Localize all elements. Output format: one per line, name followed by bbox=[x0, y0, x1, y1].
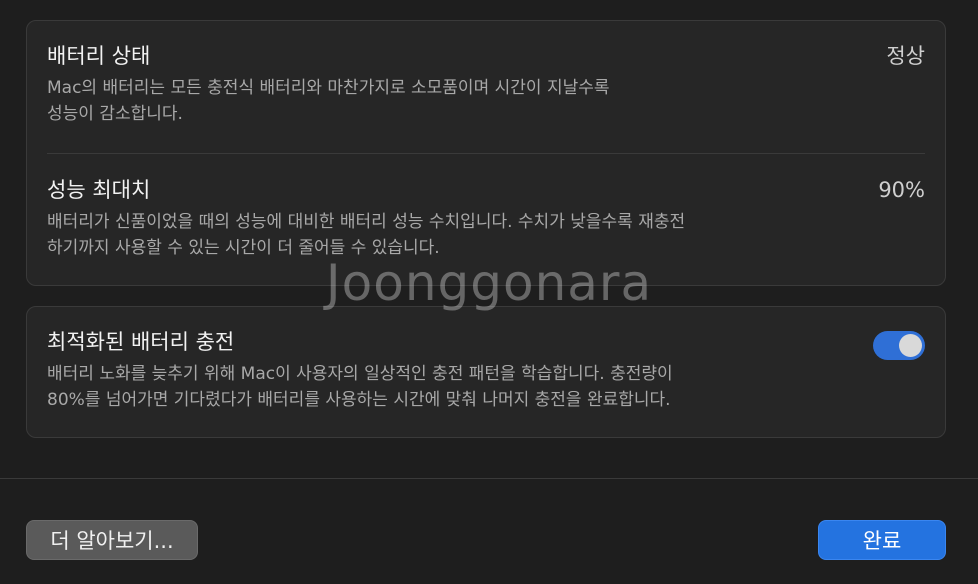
battery-status-value: 정상 bbox=[886, 44, 925, 68]
optimized-charging-title: 최적화된 배터리 충전 bbox=[47, 330, 235, 354]
done-button[interactable]: 완료 bbox=[818, 520, 946, 560]
battery-status-row: 배터리 상태 정상 Mac의 배터리는 모든 충전식 배터리와 마찬가지로 소모… bbox=[47, 41, 925, 153]
battery-status-description-line2: 성능이 감소합니다. bbox=[47, 104, 183, 124]
max-capacity-row: 성능 최대치 90% 배터리가 신품이었을 때의 성능에 대비한 배터리 성능 … bbox=[47, 175, 925, 287]
max-capacity-title: 성능 최대치 bbox=[47, 178, 151, 202]
footer-divider bbox=[0, 478, 978, 479]
max-capacity-description: 배터리가 신품이었을 때의 성능에 대비한 배터리 성능 수치입니다. 수치가 … bbox=[47, 209, 847, 261]
max-capacity-description-line1: 배터리가 신품이었을 때의 성능에 대비한 배터리 성능 수치입니다. 수치가 … bbox=[47, 212, 686, 232]
battery-status-description-line1: Mac의 배터리는 모든 충전식 배터리와 마찬가지로 소모품이며 시간이 지날… bbox=[47, 78, 610, 98]
optimized-charging-panel: 최적화된 배터리 충전 배터리 노화를 늦추기 위해 Mac이 사용자의 일상적… bbox=[26, 306, 946, 438]
learn-more-button[interactable]: 더 알아보기... bbox=[26, 520, 198, 560]
optimized-charging-description-line2: 80%를 넘어가면 기다렸다가 배터리를 사용하는 시간에 맞춰 나머지 충전을… bbox=[47, 390, 671, 410]
toggle-knob bbox=[899, 334, 922, 357]
row-divider bbox=[47, 153, 925, 154]
optimized-charging-description-line1: 배터리 노화를 늦추기 위해 Mac이 사용자의 일상적인 충전 패턴을 학습합… bbox=[47, 364, 673, 384]
max-capacity-value: 90% bbox=[878, 178, 925, 202]
optimized-charging-toggle[interactable] bbox=[873, 331, 925, 360]
battery-status-title: 배터리 상태 bbox=[47, 44, 151, 68]
optimized-charging-row: 최적화된 배터리 충전 배터리 노화를 늦추기 위해 Mac이 사용자의 일상적… bbox=[47, 327, 925, 427]
optimized-charging-description: 배터리 노화를 늦추기 위해 Mac이 사용자의 일상적인 충전 패턴을 학습합… bbox=[47, 361, 847, 413]
battery-health-panel: 배터리 상태 정상 Mac의 배터리는 모든 충전식 배터리와 마찬가지로 소모… bbox=[26, 20, 946, 286]
battery-status-description: Mac의 배터리는 모든 충전식 배터리와 마찬가지로 소모품이며 시간이 지날… bbox=[47, 75, 847, 127]
max-capacity-description-line2: 하기까지 사용할 수 있는 시간이 더 줄어들 수 있습니다. bbox=[47, 238, 440, 258]
